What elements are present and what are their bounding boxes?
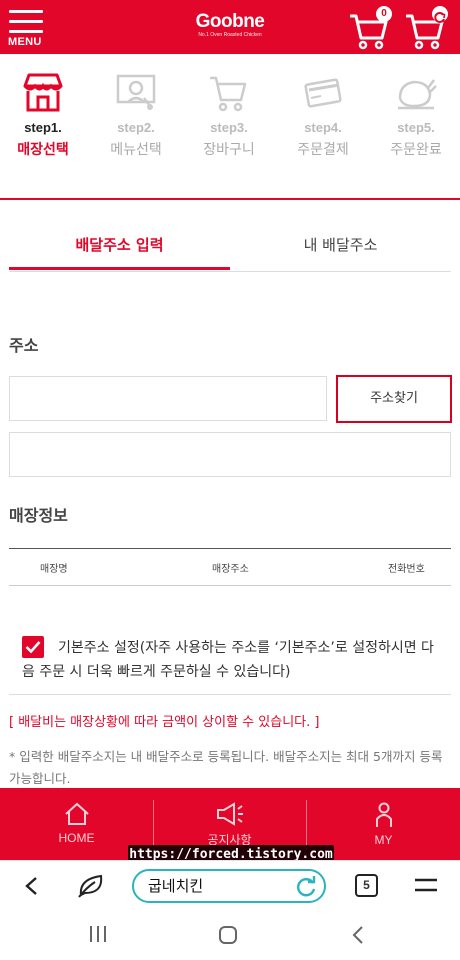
- back-arrow-icon[interactable]: [24, 876, 38, 896]
- recent-apps-icon[interactable]: [89, 925, 107, 943]
- address-title: 주소: [9, 336, 39, 355]
- step-number: step2.: [117, 120, 155, 135]
- address-detail-input[interactable]: [9, 432, 451, 477]
- nav-home-label: HOME: [58, 831, 95, 845]
- home-button-icon[interactable]: [218, 925, 238, 945]
- brand-logo[interactable]: Goobne No.1 Oven Roasted Chicken: [180, 11, 280, 39]
- steps-divider: [0, 198, 460, 200]
- step-store-select[interactable]: step1. 매장선택: [3, 72, 83, 159]
- store-col-phone: 전화번호: [388, 564, 425, 575]
- home-icon: [64, 802, 89, 825]
- cart-button[interactable]: 0: [348, 6, 392, 50]
- step-number: step1.: [24, 120, 62, 135]
- step-complete[interactable]: step5. 주문완료: [376, 72, 456, 159]
- menu-label: MENU: [8, 36, 42, 48]
- megaphone-icon: [216, 802, 243, 826]
- back-icon[interactable]: [352, 925, 364, 945]
- hamburger-icon[interactable]: [414, 878, 438, 892]
- person-icon: [375, 802, 392, 827]
- step-name: 주문결제: [297, 142, 349, 158]
- step-name: 주문완료: [390, 142, 442, 158]
- reload-icon[interactable]: [294, 874, 318, 898]
- store-col-address: 매장주소: [212, 564, 249, 575]
- card-icon: [304, 78, 342, 108]
- tab-delivery-address-input[interactable]: 배달주소 입력: [9, 222, 230, 270]
- step-name: 매장선택: [17, 142, 69, 158]
- order-steps: step1. 매장선택 step2. 메뉴선택 step3. 장바구니 step…: [0, 54, 460, 200]
- system-navigation-bar: [0, 910, 460, 960]
- default-address-label: 기본주소 설정(자주 사용하는 주소를 ‘기본주소’로 설정하시면 다음 주문 …: [22, 640, 434, 680]
- default-address-checkbox[interactable]: [22, 636, 44, 658]
- leaf-icon[interactable]: [77, 873, 105, 899]
- store-icon: [23, 73, 63, 112]
- refresh-badge-icon: [432, 6, 448, 23]
- menu-board-icon: [116, 74, 156, 110]
- cart-count-badge: 0: [376, 6, 392, 22]
- find-address-button[interactable]: 주소찾기: [336, 375, 452, 423]
- store-info-table: 매장명 매장주소 전화번호: [9, 548, 451, 586]
- logo-subtitle: No.1 Oven Roasted Chicken: [198, 32, 262, 38]
- address-registration-info: * 입력한 배달주소지는 내 배달주소로 등록됩니다. 배달주소지는 최대 5개…: [9, 749, 443, 786]
- step-name: 장바구니: [203, 142, 255, 158]
- store-info-title: 매장정보: [9, 506, 68, 525]
- step-cart[interactable]: step3. 장바구니: [189, 72, 269, 159]
- checkmark-icon: [25, 641, 41, 654]
- divider: [9, 694, 451, 695]
- store-col-name: 매장명: [40, 564, 68, 575]
- step-payment[interactable]: step4. 주문결제: [283, 72, 363, 159]
- menu-button[interactable]: MENU: [8, 6, 48, 50]
- cart-refresh-button[interactable]: [404, 6, 448, 50]
- step-number: step4.: [304, 120, 342, 135]
- tab-my-delivery-address[interactable]: 내 배달주소: [230, 222, 451, 270]
- browser-toolbar: 굽네치킨 5: [0, 860, 460, 910]
- address-input[interactable]: [9, 376, 327, 421]
- step-menu-select[interactable]: step2. 메뉴선택: [96, 72, 176, 159]
- step-number: step3.: [210, 120, 248, 135]
- step-name: 메뉴선택: [110, 142, 162, 158]
- tab-switcher-button[interactable]: 5: [355, 874, 378, 897]
- step-number: step5.: [397, 120, 435, 135]
- logo-text: Goobne: [195, 11, 265, 32]
- url-text: 굽네치킨: [148, 877, 204, 895]
- chicken-icon: [398, 79, 437, 110]
- address-tabs: 배달주소 입력 내 배달주소: [9, 222, 451, 272]
- delivery-fee-notice: [ 배달비는 매장상황에 따라 금액이 상이할 수 있습니다. ]: [9, 715, 320, 730]
- cart-icon: [210, 76, 247, 112]
- address-bar[interactable]: 굽네치킨: [132, 869, 326, 903]
- app-header: MENU Goobne No.1 Oven Roasted Chicken 0: [0, 0, 460, 54]
